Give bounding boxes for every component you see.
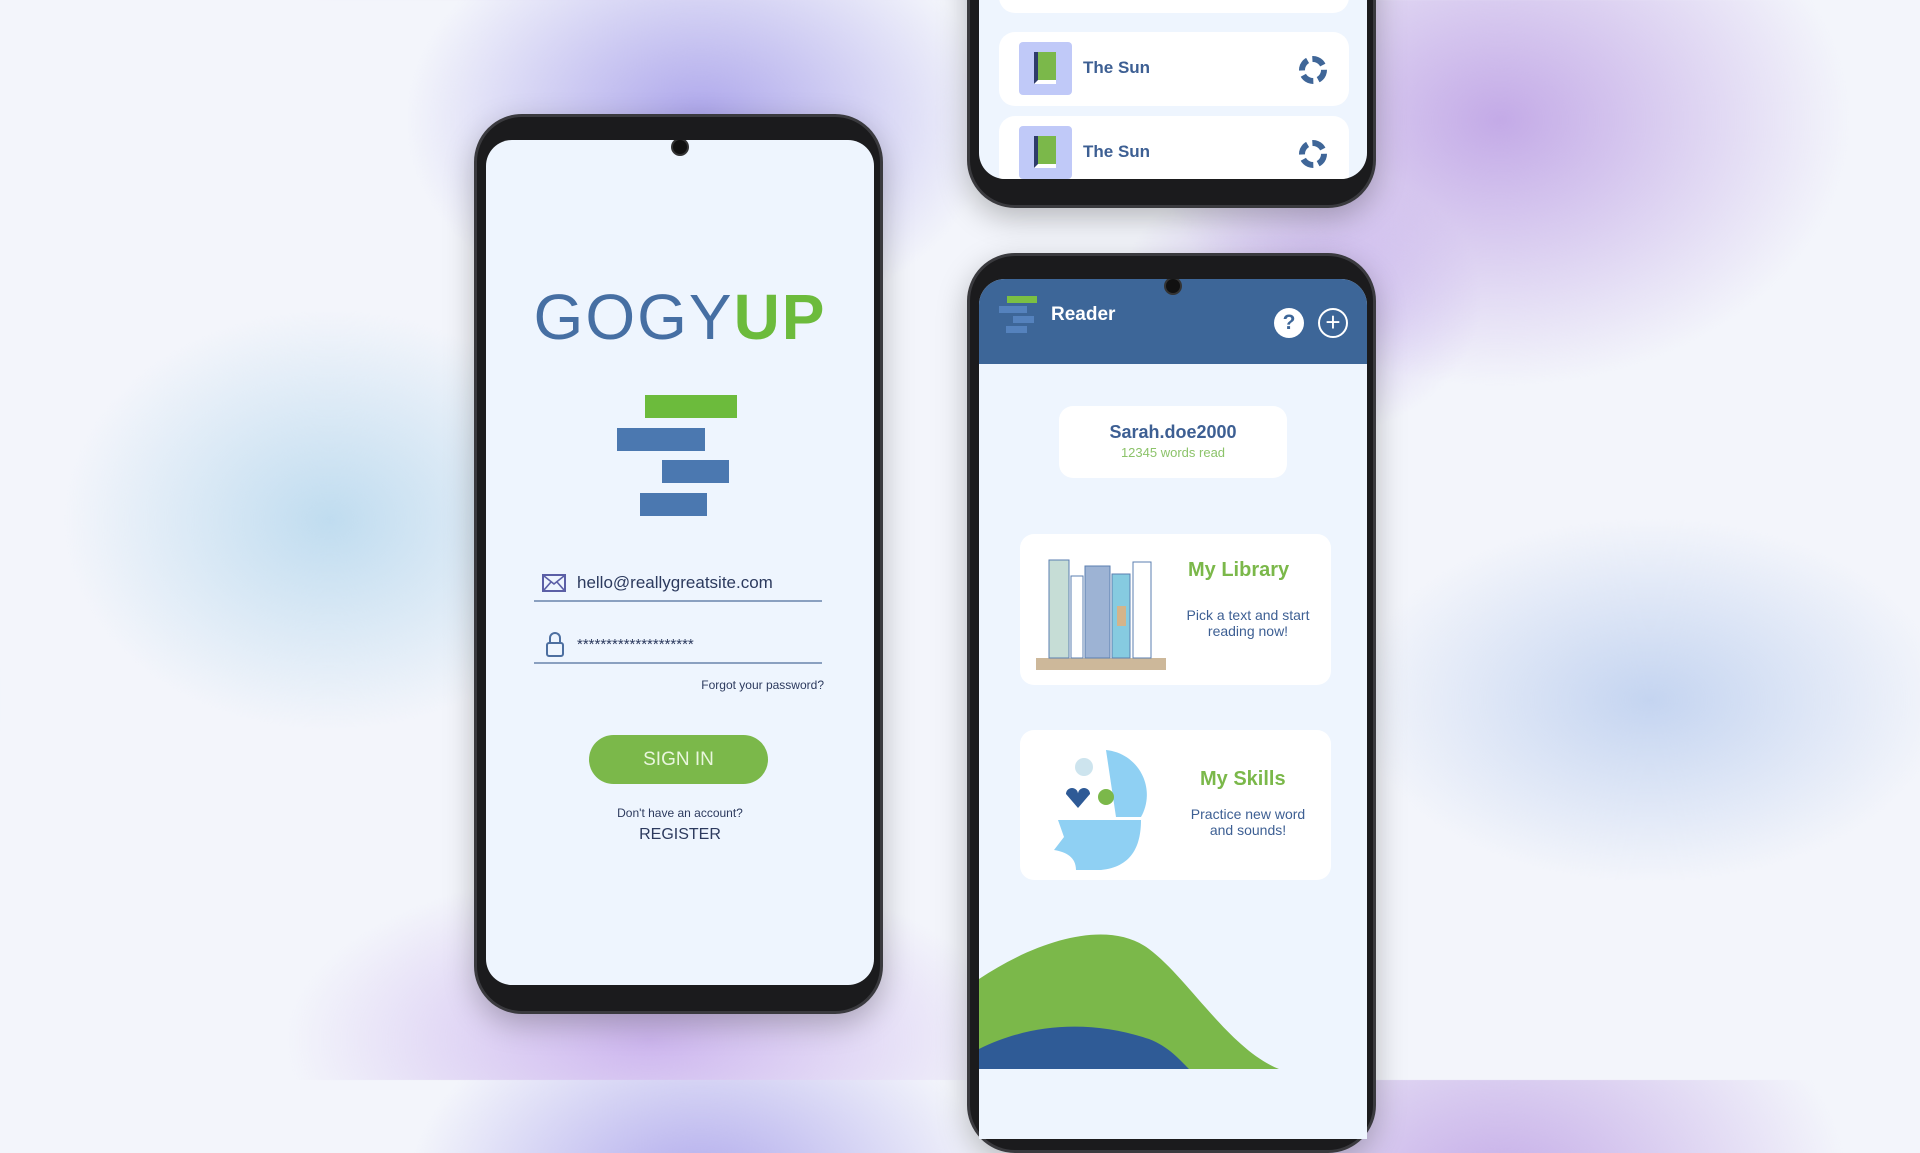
email-field[interactable]: hello@reallygreatsite.com	[534, 570, 822, 602]
progress-ring-icon[interactable]	[1299, 140, 1327, 168]
book-title: The Sun	[1083, 142, 1151, 161]
login-phone: GOGYUP hello@reallygreatsite.com *******…	[474, 114, 883, 1014]
user-card: Sarah.doe2000 12345 words read	[1059, 406, 1287, 478]
username: Sarah.doe2000	[1109, 422, 1237, 442]
email-value: hello@reallygreatsite.com	[577, 573, 773, 592]
words-read: 12345 words read	[1120, 445, 1226, 460]
register-link[interactable]: REGISTER	[486, 826, 874, 844]
help-icon[interactable]: ?	[1274, 308, 1304, 338]
app-logo: GOGYUP	[486, 280, 874, 354]
list-phone: The Sun The Sun	[967, 0, 1376, 208]
header-title: Reader	[1051, 304, 1116, 325]
book-icon	[1019, 126, 1072, 179]
login-screen: GOGYUP hello@reallygreatsite.com *******…	[486, 140, 874, 985]
list-item[interactable]	[999, 0, 1349, 13]
home-screen: Reader ? + Sarah.doe2000 12345 words rea…	[979, 279, 1367, 1139]
head-illustration	[1054, 750, 1147, 870]
add-icon[interactable]: +	[1318, 308, 1348, 338]
my-skills-card[interactable]: My Skills Practice new word and sounds!	[1020, 730, 1331, 880]
mail-icon	[542, 574, 566, 592]
library-description: Pick a text and start reading now!	[1186, 607, 1310, 639]
list-screen: The Sun The Sun	[979, 0, 1367, 179]
logo-text: GOGY	[533, 281, 734, 353]
skills-description: Practice new word and sounds!	[1190, 806, 1306, 838]
decorative-waves	[979, 934, 1279, 1069]
logo-text-up: UP	[733, 281, 827, 353]
list-item[interactable]: The Sun	[999, 116, 1349, 179]
book-icon	[1019, 42, 1072, 95]
list-item[interactable]: The Sun	[999, 32, 1349, 106]
sign-in-button[interactable]: SIGN IN	[589, 735, 768, 784]
skills-title: My Skills	[1200, 768, 1286, 790]
forgot-password-link[interactable]: Forgot your password?	[701, 678, 824, 692]
progress-ring-icon[interactable]	[1299, 56, 1327, 84]
camera	[671, 140, 689, 156]
password-value: ********************	[577, 636, 694, 653]
password-field[interactable]: ********************	[534, 628, 822, 664]
home-phone: Reader ? + Sarah.doe2000 12345 words rea…	[967, 253, 1376, 1153]
my-library-card[interactable]: My Library Pick a text and start reading…	[1020, 534, 1331, 685]
lock-icon	[546, 642, 564, 657]
books-illustration	[1036, 559, 1166, 670]
no-account-text: Don't have an account?	[617, 806, 743, 820]
library-title: My Library	[1188, 559, 1290, 581]
book-title: The Sun	[1083, 58, 1151, 77]
